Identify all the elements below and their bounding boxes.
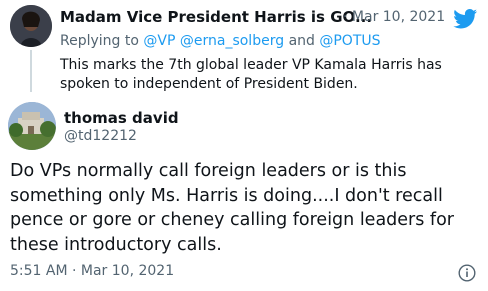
reply-avatar[interactable] bbox=[8, 102, 56, 150]
parent-display-name[interactable]: Madam Vice President Harris is GO... bbox=[60, 8, 372, 26]
reply-timestamp[interactable]: 5:51 AM · Mar 10, 2021 bbox=[10, 263, 174, 279]
replying-prefix: Replying to bbox=[60, 33, 139, 49]
reply-handle[interactable]: @td12212 bbox=[64, 128, 137, 144]
parent-avatar[interactable] bbox=[10, 5, 52, 47]
parent-avatar-image bbox=[10, 5, 52, 47]
reply-display-name[interactable]: thomas david bbox=[64, 109, 179, 127]
parent-text-line: spoken to independent of President Biden… bbox=[60, 76, 358, 92]
and-word: and bbox=[288, 33, 315, 49]
reply-text-line: pence or gore or cheney calling foreign … bbox=[10, 210, 454, 230]
mention-vp[interactable]: @VP bbox=[143, 33, 175, 49]
thread-line bbox=[30, 50, 32, 92]
twitter-bird-icon[interactable] bbox=[453, 9, 478, 29]
mention-potus[interactable]: @POTUS bbox=[319, 33, 380, 49]
parent-tweet-text: This marks the 7th global leader VP Kama… bbox=[60, 56, 470, 94]
reply-tweet-text: Do VPs normally call foreign leaders or … bbox=[10, 159, 480, 257]
info-icon[interactable] bbox=[458, 264, 476, 282]
reply-avatar-image bbox=[8, 102, 56, 150]
reply-text-line: something only Ms. Harris is doing....I … bbox=[10, 185, 443, 206]
reply-text-line: Do VPs normally call foreign leaders or … bbox=[10, 161, 407, 181]
replying-to-line: Replying to @VP @erna_solberg and @POTUS bbox=[60, 33, 381, 49]
parent-date-text[interactable]: Mar 10, 2021 bbox=[352, 9, 445, 25]
parent-text-line: This marks the 7th global leader VP Kama… bbox=[60, 57, 442, 73]
reply-text-line: these introductory calls. bbox=[10, 234, 222, 255]
separator-dot: · bbox=[343, 9, 348, 25]
parent-date[interactable]: · Mar 10, 2021 bbox=[343, 9, 445, 25]
mention-erna-solberg[interactable]: @erna_solberg bbox=[180, 33, 284, 49]
